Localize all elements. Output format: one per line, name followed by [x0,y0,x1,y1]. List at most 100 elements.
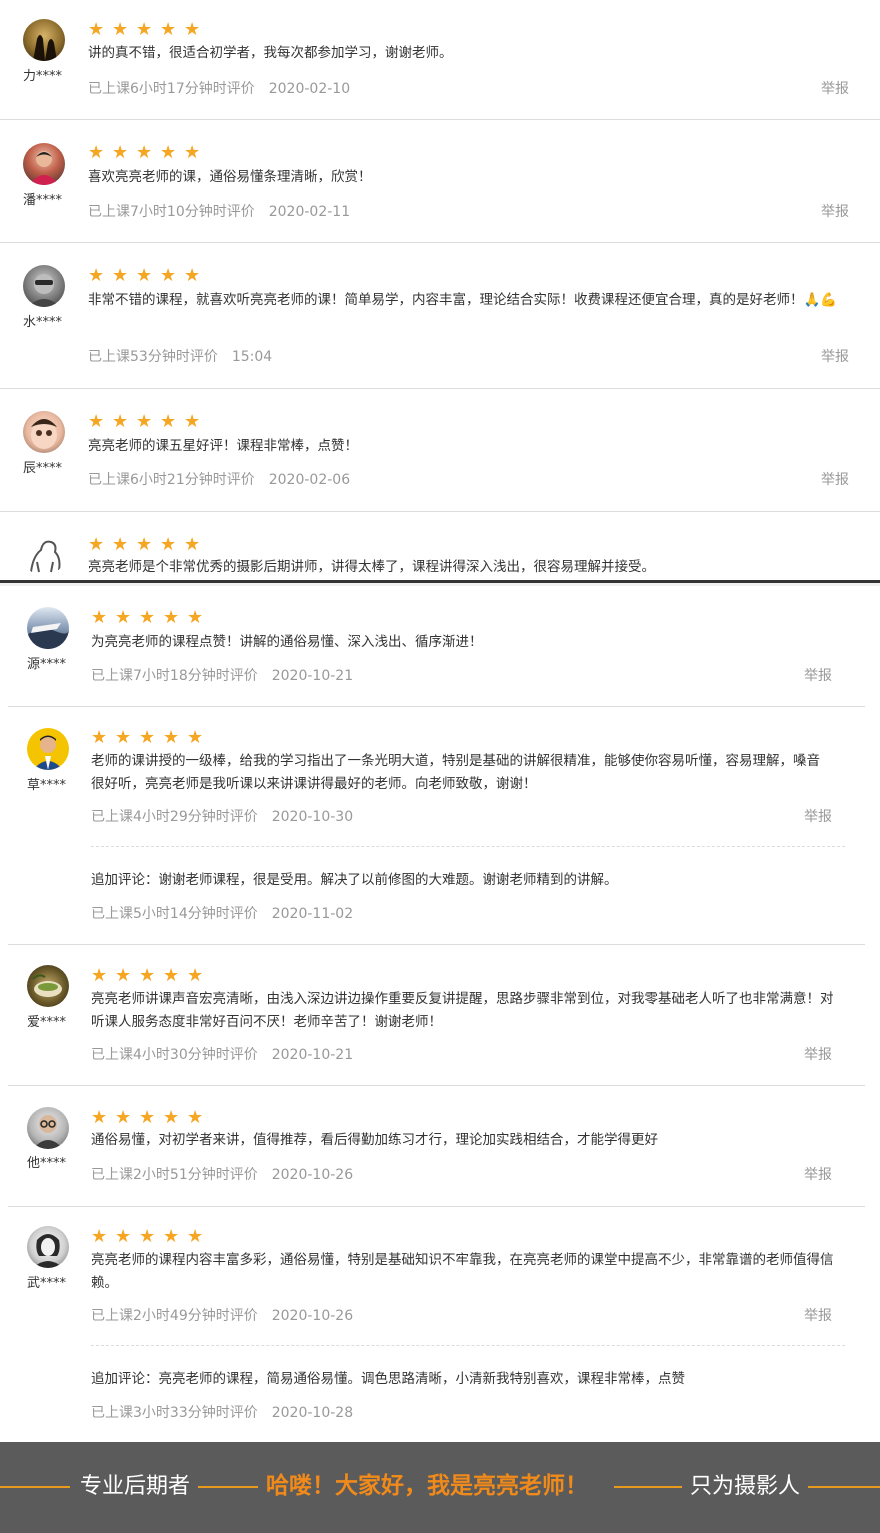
username: 水**** [23,315,63,330]
star-icon: ★ [115,1107,132,1128]
report-link[interactable]: 举报 [821,346,849,366]
star-icon: ★ [163,607,180,628]
study-time: 已上课2小时51分钟时评价 [91,1167,258,1183]
star-icon: ★ [163,1107,180,1128]
star-icon: ★ [139,1226,156,1247]
avatar[interactable] [23,265,65,307]
rating-stars: ★ ★ ★ ★ ★ [88,413,202,431]
landscape-avatar-icon [27,623,69,649]
person-photo-avatar-icon [29,151,59,185]
study-time: 已上课53分钟时评价 [88,349,218,365]
report-link[interactable]: 举报 [804,1044,832,1064]
star-icon: ★ [160,265,177,286]
avatar[interactable] [23,534,65,576]
star-icon: ★ [112,534,129,555]
star-icon: ★ [139,965,156,986]
star-icon: ★ [187,607,204,628]
username: 草**** [27,778,67,793]
review-item: 他**** ★ ★ ★ ★ ★ 通俗易懂，对初学者来讲，值得推荐，看后得勤加练习才行，理… [0,1086,880,1207]
study-time: 已上课4小时30分钟时评价 [91,1047,258,1063]
review-meta: 已上课6小时17分钟时评价 2020-02-10 [88,78,350,98]
banner-line [808,1486,880,1488]
review-meta: 已上课6小时21分钟时评价 2020-02-06 [88,469,350,489]
review-item: 草**** ★ ★ ★ ★ ★ 老师的课讲授的一级棒，给我的学习指出了一条光明大道，特别… [0,707,880,945]
star-icon: ★ [115,1226,132,1247]
star-icon: ★ [88,142,105,163]
review-date: 2020-10-26 [271,1308,354,1324]
study-time: 已上课4小时29分钟时评价 [91,809,258,825]
review-meta: 已上课2小时51分钟时评价 2020-10-26 [91,1164,353,1184]
star-icon: ★ [160,142,177,163]
banner-right-text: 只为摄影人 [690,1474,801,1499]
review-text: 亮亮老师的课五星好评！课程非常棒，点赞！ [88,438,358,454]
star-icon: ★ [91,1226,108,1247]
star-icon: ★ [184,265,201,286]
review-item: 源**** ★ ★ ★ ★ ★ 为亮亮老师的课程点赞！讲解的通俗易懂、深入浅出、循序渐进… [0,586,880,707]
star-icon: ★ [160,411,177,432]
followup-text: 追加评论：亮亮老师的课程，简易通俗易懂。调色思路清晰，小清新我特别喜欢，课程非常… [91,1371,685,1387]
report-link[interactable]: 举报 [804,665,832,685]
avatar[interactable] [27,1107,69,1149]
username: 他**** [27,1156,67,1171]
study-time: 已上课2小时49分钟时评价 [91,1308,258,1324]
star-icon: ★ [88,265,105,286]
star-icon: ★ [91,1107,108,1128]
study-time: 已上课6小时17分钟时评价 [88,81,255,97]
man-portrait-avatar-icon [33,735,63,770]
report-link[interactable]: 举报 [804,1164,832,1184]
star-icon: ★ [136,265,153,286]
report-link[interactable]: 举报 [821,201,849,221]
star-icon: ★ [136,142,153,163]
avatar[interactable] [27,965,69,1007]
report-link[interactable]: 举报 [821,78,849,98]
review-text: 亮亮老师讲课声音宏亮清晰，由浅入深边讲边操作重要反复讲提醒，思路步骤非常到位，对… [91,991,834,1030]
report-link[interactable]: 举报 [804,1305,832,1325]
avatar[interactable] [27,728,69,770]
review-meta: 已上课7小时18分钟时评价 2020-10-21 [91,665,353,685]
star-icon: ★ [187,1107,204,1128]
star-icon: ★ [112,411,129,432]
review-date: 2020-10-21 [271,1047,354,1063]
followup-text: 追加评论：谢谢老师课程，很是受用。解决了以前修图的大难题。谢谢老师精到的讲解。 [91,872,618,888]
avatar[interactable] [23,411,65,453]
avatar[interactable] [27,1226,69,1268]
review-item: 力**** ★ ★ ★ ★ ★ 讲的真不错，很适合初学者，我每次都参加学习，谢谢老师。 … [0,0,880,120]
sketch-portrait-avatar-icon [33,1234,63,1268]
study-time: 已上课3小时33分钟时评价 [91,1405,258,1421]
study-time: 已上课7小时18分钟时评价 [91,668,258,684]
star-icon: ★ [163,1226,180,1247]
star-icon: ★ [91,965,108,986]
study-time: 已上课5小时14分钟时评价 [91,906,258,922]
review-text: 亮亮老师的课程内容丰富多彩，通俗易懂，特别是基础知识不牢靠我，在亮亮老师的课堂中… [91,1252,834,1291]
review-date: 2020-02-06 [268,472,351,488]
star-icon: ★ [88,534,105,555]
username: 源**** [27,657,67,672]
review-meta: 已上课4小时30分钟时评价 2020-10-21 [91,1044,353,1064]
review-date: 2020-10-28 [271,1405,354,1421]
star-icon: ★ [187,965,204,986]
star-icon: ★ [139,1107,156,1128]
review-item: 爱**** ★ ★ ★ ★ ★ 亮亮老师讲课声音宏亮清晰，由浅入深边讲边操作重要反复讲提… [0,945,880,1086]
star-icon: ★ [136,411,153,432]
star-icon: ★ [115,607,132,628]
review-text: 讲的真不错，很适合初学者，我每次都参加学习，谢谢老师。 [88,45,453,61]
avatar[interactable] [23,19,65,61]
study-time: 已上课6小时21分钟时评价 [88,472,255,488]
star-icon: ★ [91,727,108,748]
horse-sketch-avatar-icon [30,540,61,573]
review-list-top: 力**** ★ ★ ★ ★ ★ 讲的真不错，很适合初学者，我每次都参加学习，谢谢老师。 … [0,0,880,580]
report-link[interactable]: 举报 [804,806,832,826]
review-date: 2020-11-02 [271,906,354,922]
avatar[interactable] [23,143,65,185]
gray-character-avatar-icon [28,274,60,307]
review-date: 2020-02-10 [268,81,351,97]
review-date: 2020-02-11 [268,204,351,220]
tea-cup-avatar-icon [32,974,62,997]
review-text: 非常不错的课程，就喜欢听亮亮老师的课！简单易学，内容丰富，理论结合实际！收费课程… [88,292,838,308]
report-link[interactable]: 举报 [821,469,849,489]
star-icon: ★ [136,534,153,555]
star-icon: ★ [160,19,177,40]
review-item: 武**** ★ ★ ★ ★ ★ 亮亮老师的课程内容丰富多彩，通俗易懂，特别是基础知识不牢… [0,1207,880,1442]
star-icon: ★ [187,1226,204,1247]
avatar[interactable] [27,607,69,649]
